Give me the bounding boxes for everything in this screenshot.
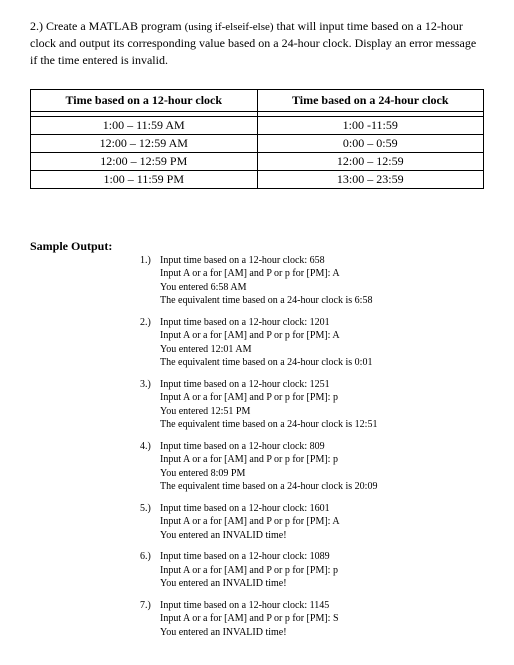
output-line: Input time based on a 12-hour clock: 125… bbox=[160, 378, 330, 392]
table-row: 1:00 – 11:59 PM 13:00 – 23:59 bbox=[31, 170, 484, 188]
output-line: Input time based on a 12-hour clock: 108… bbox=[160, 550, 330, 564]
output-number: 5.) bbox=[140, 502, 160, 516]
output-block: 1.)Input time based on a 12-hour clock: … bbox=[140, 254, 484, 308]
header-24h: Time based on a 24-hour clock bbox=[257, 89, 484, 111]
output-line: The equivalent time based on a 24-hour c… bbox=[160, 418, 484, 432]
output-line: Input A or a for [AM] and P or p for [PM… bbox=[160, 329, 484, 343]
output-first-line: 1.)Input time based on a 12-hour clock: … bbox=[140, 254, 484, 268]
output-block: 4.)Input time based on a 12-hour clock: … bbox=[140, 440, 484, 494]
table-row: 12:00 – 12:59 PM 12:00 – 12:59 bbox=[31, 152, 484, 170]
cell-24h: 12:00 – 12:59 bbox=[257, 152, 484, 170]
output-line: Input A or a for [AM] and P or p for [PM… bbox=[160, 612, 484, 626]
cell-24h: 0:00 – 0:59 bbox=[257, 134, 484, 152]
conversion-table: Time based on a 12-hour clock Time based… bbox=[30, 89, 484, 189]
output-number: 1.) bbox=[140, 254, 160, 268]
output-block: 3.)Input time based on a 12-hour clock: … bbox=[140, 378, 484, 432]
cell-12h: 1:00 – 11:59 PM bbox=[31, 170, 258, 188]
output-line: You entered 12:51 PM bbox=[160, 405, 484, 419]
output-line: Input A or a for [AM] and P or p for [PM… bbox=[160, 515, 484, 529]
output-line: Input A or a for [AM] and P or p for [PM… bbox=[160, 564, 484, 578]
output-line: Input time based on a 12-hour clock: 114… bbox=[160, 599, 329, 613]
cell-12h: 1:00 – 11:59 AM bbox=[31, 116, 258, 134]
output-number: 3.) bbox=[140, 378, 160, 392]
table-header-row: Time based on a 12-hour clock Time based… bbox=[31, 89, 484, 111]
output-line: Input time based on a 12-hour clock: 809 bbox=[160, 440, 325, 454]
cell-24h: 1:00 -11:59 bbox=[257, 116, 484, 134]
output-line: Input A or a for [AM] and P or p for [PM… bbox=[160, 267, 484, 281]
problem-hint: (using if-elseif-else) bbox=[185, 21, 274, 33]
table-row: 12:00 – 12:59 AM 0:00 – 0:59 bbox=[31, 134, 484, 152]
output-number: 7.) bbox=[140, 599, 160, 613]
output-line: The equivalent time based on a 24-hour c… bbox=[160, 356, 484, 370]
output-line: The equivalent time based on a 24-hour c… bbox=[160, 294, 484, 308]
output-block: 5.)Input time based on a 12-hour clock: … bbox=[140, 502, 484, 543]
output-first-line: 3.)Input time based on a 12-hour clock: … bbox=[140, 378, 484, 392]
output-first-line: 6.)Input time based on a 12-hour clock: … bbox=[140, 550, 484, 564]
output-number: 6.) bbox=[140, 550, 160, 564]
output-line: Input time based on a 12-hour clock: 658 bbox=[160, 254, 325, 268]
problem-text-1: Create a MATLAB program bbox=[46, 19, 185, 33]
output-first-line: 5.)Input time based on a 12-hour clock: … bbox=[140, 502, 484, 516]
output-first-line: 2.)Input time based on a 12-hour clock: … bbox=[140, 316, 484, 330]
output-line: You entered an INVALID time! bbox=[160, 577, 484, 591]
cell-12h: 12:00 – 12:59 AM bbox=[31, 134, 258, 152]
output-block: 2.)Input time based on a 12-hour clock: … bbox=[140, 316, 484, 370]
output-line: You entered an INVALID time! bbox=[160, 626, 484, 640]
output-block: 7.)Input time based on a 12-hour clock: … bbox=[140, 599, 484, 640]
header-12h: Time based on a 12-hour clock bbox=[31, 89, 258, 111]
sample-output-section: Sample Output: 1.)Input time based on a … bbox=[30, 239, 484, 640]
cell-24h: 13:00 – 23:59 bbox=[257, 170, 484, 188]
output-line: You entered 6:58 AM bbox=[160, 281, 484, 295]
output-list: 1.)Input time based on a 12-hour clock: … bbox=[140, 254, 484, 640]
output-line: Input time based on a 12-hour clock: 120… bbox=[160, 316, 330, 330]
cell-12h: 12:00 – 12:59 PM bbox=[31, 152, 258, 170]
output-line: The equivalent time based on a 24-hour c… bbox=[160, 480, 484, 494]
output-number: 4.) bbox=[140, 440, 160, 454]
output-line: Input time based on a 12-hour clock: 160… bbox=[160, 502, 330, 516]
problem-statement: 2.) Create a MATLAB program (using if-el… bbox=[30, 18, 484, 69]
output-first-line: 4.)Input time based on a 12-hour clock: … bbox=[140, 440, 484, 454]
output-first-line: 7.)Input time based on a 12-hour clock: … bbox=[140, 599, 484, 613]
output-line: You entered an INVALID time! bbox=[160, 529, 484, 543]
sample-output-label: Sample Output: bbox=[30, 239, 484, 254]
output-line: Input A or a for [AM] and P or p for [PM… bbox=[160, 391, 484, 405]
output-number: 2.) bbox=[140, 316, 160, 330]
problem-number: 2.) bbox=[30, 19, 43, 33]
output-block: 6.)Input time based on a 12-hour clock: … bbox=[140, 550, 484, 591]
table-row: 1:00 – 11:59 AM 1:00 -11:59 bbox=[31, 116, 484, 134]
output-line: You entered 12:01 AM bbox=[160, 343, 484, 357]
output-line: You entered 8:09 PM bbox=[160, 467, 484, 481]
output-line: Input A or a for [AM] and P or p for [PM… bbox=[160, 453, 484, 467]
